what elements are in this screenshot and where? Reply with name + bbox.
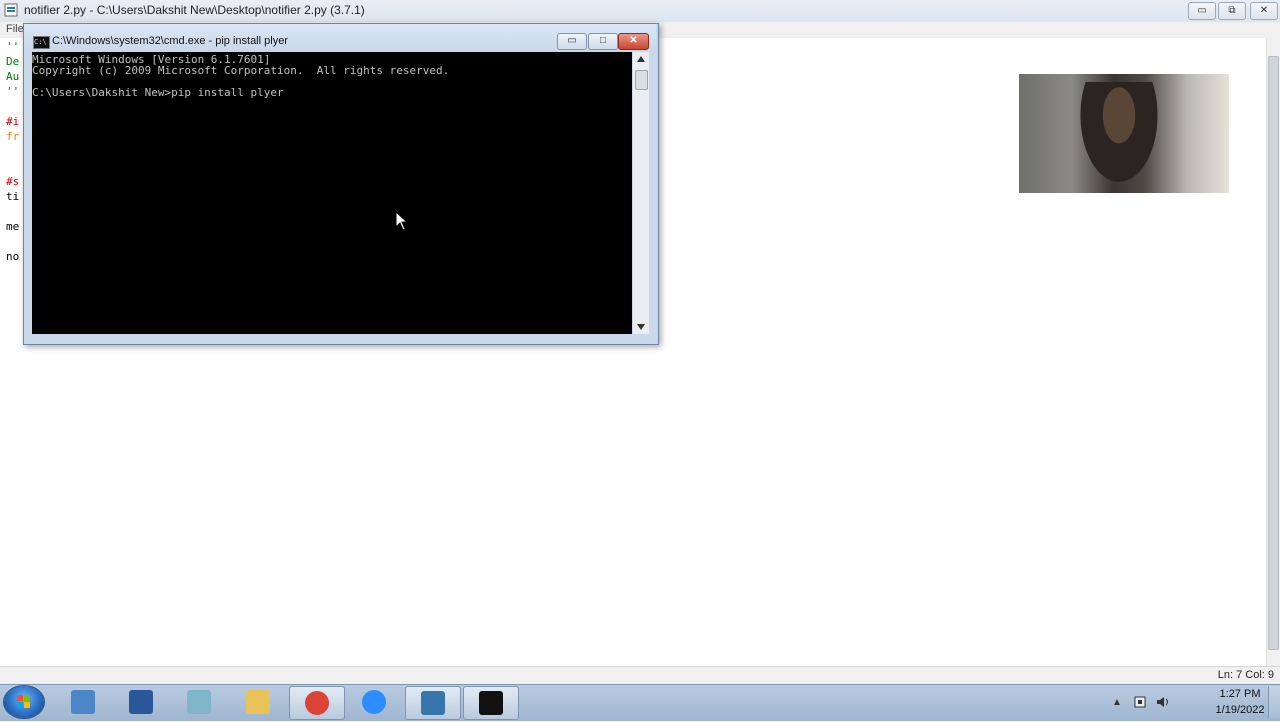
code-line: Au <box>6 70 20 83</box>
scroll-up-arrow-icon[interactable] <box>637 56 645 62</box>
python-icon <box>421 691 445 715</box>
console-line: C:\Users\Dakshit New>pip install plyer <box>32 86 284 99</box>
cmd-minimize-button[interactable]: ▭ <box>557 33 587 50</box>
console-output[interactable]: Microsoft Windows [Version 6.1.7601] Cop… <box>32 52 632 334</box>
chrome-icon <box>305 691 329 715</box>
idle-close-button[interactable]: ✕ <box>1250 2 1278 20</box>
idle-minimize-button[interactable]: ▭ <box>1188 2 1216 20</box>
idle-app-icon <box>4 3 18 17</box>
code-line: no <box>6 250 20 263</box>
console-line: Copyright (c) 2009 Microsoft Corporation… <box>32 64 450 77</box>
idle-window-title: notifier 2.py - C:\Users\Dakshit New\Des… <box>24 3 365 17</box>
editor-scrollbar-thumb[interactable] <box>1268 56 1279 650</box>
cmd-scrollbar[interactable] <box>633 52 649 334</box>
code-line: De <box>6 55 20 68</box>
cmd-icon: C:\ <box>33 36 50 49</box>
explorer-icon <box>246 690 270 714</box>
taskbar-python-button[interactable] <box>405 686 461 720</box>
idle-restore-button[interactable]: ⧉ <box>1218 2 1246 20</box>
taskbar-word-button[interactable] <box>114 686 168 718</box>
calculator-icon <box>71 690 95 714</box>
taskbar-explorer-button[interactable] <box>231 686 285 718</box>
windows-logo-icon <box>17 695 30 708</box>
clock-time[interactable]: 1:27 PM <box>1210 688 1270 700</box>
taskbar-chrome-button[interactable] <box>289 686 345 720</box>
mouse-cursor-icon <box>395 211 409 231</box>
taskbar-calculator-button[interactable] <box>56 686 110 718</box>
code-line: #i <box>6 115 20 128</box>
webcam-person-image <box>1074 82 1164 193</box>
code-line: ti <box>6 190 20 203</box>
cmd-window-title: C:\Windows\system32\cmd.exe - pip instal… <box>52 35 288 47</box>
taskbar-cmd-button[interactable] <box>463 686 519 720</box>
scroll-down-arrow-icon[interactable] <box>637 324 645 330</box>
code-line: '' <box>6 85 20 98</box>
cmd-scrollbar-thumb[interactable] <box>635 70 648 90</box>
notes-icon <box>187 690 211 714</box>
word-icon <box>129 690 153 714</box>
cursor-position-status: Ln: 7 Col: 9 <box>1217 669 1274 681</box>
cmd-close-button[interactable]: ✕ <box>618 33 649 50</box>
clock-date[interactable]: 1/19/2022 <box>1205 704 1275 716</box>
code-line: me <box>6 220 20 233</box>
network-icon[interactable] <box>1133 694 1147 710</box>
cmd-icon <box>479 691 503 715</box>
taskbar-notes-button[interactable] <box>172 686 226 718</box>
taskbar-zoom-button[interactable] <box>347 686 401 718</box>
code-line: #s <box>6 175 20 188</box>
webcam-overlay <box>1019 74 1229 193</box>
code-line: fr <box>6 130 20 143</box>
cmd-maximize-button[interactable]: □ <box>588 33 618 50</box>
tray-expand-icon[interactable]: ▲ <box>1112 697 1122 708</box>
idle-statusbar <box>0 666 1280 685</box>
menu-file[interactable]: File <box>6 23 24 35</box>
start-button[interactable] <box>4 686 44 718</box>
volume-icon[interactable] <box>1155 694 1171 710</box>
show-desktop-button[interactable] <box>1268 686 1280 718</box>
zoom-icon <box>362 690 386 714</box>
code-line: '' <box>6 40 20 53</box>
